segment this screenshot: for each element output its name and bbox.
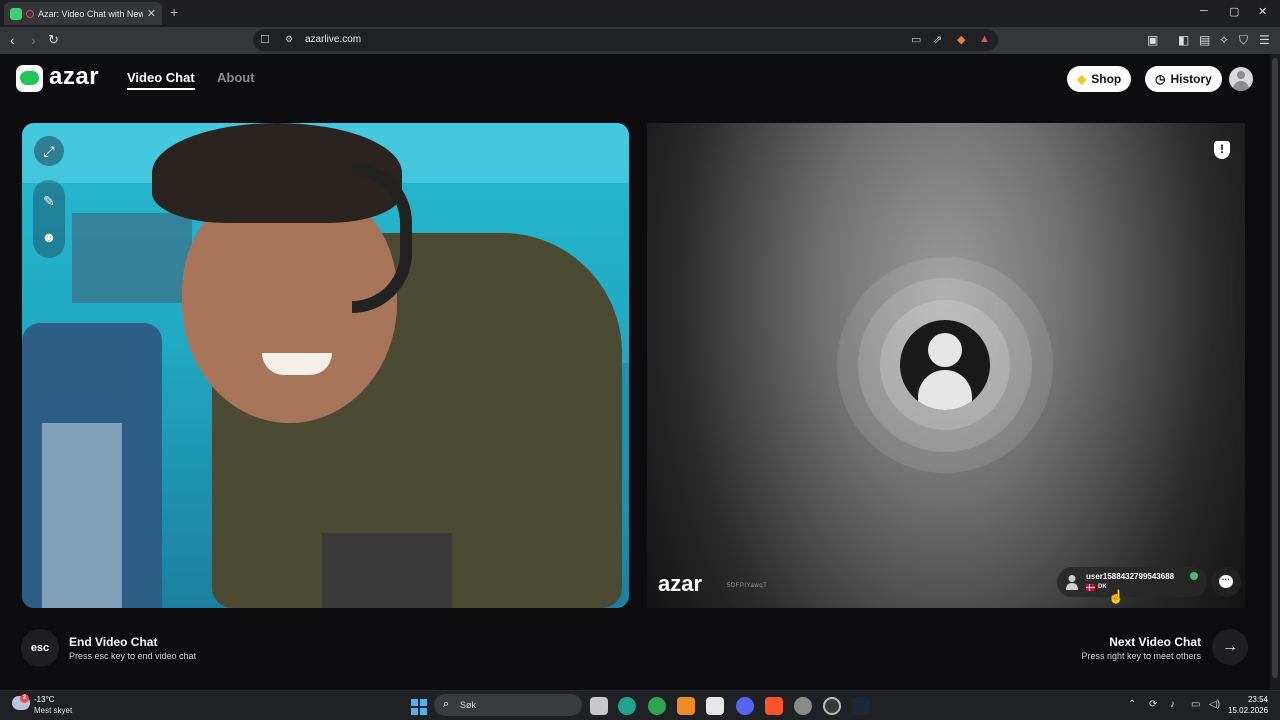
end-chat-button[interactable]: esc [21, 629, 59, 667]
steam-icon[interactable] [852, 697, 870, 715]
remote-user-avatar-icon [900, 320, 990, 410]
shop-label: Shop [1091, 72, 1122, 86]
remote-video-view: ! azar 5DFPIYawqT user1588432799543688 D… [647, 123, 1245, 608]
recording-icon [26, 9, 34, 18]
azar-page: azar Video Chat About ◆ Shop ◷ History ⤢… [0, 54, 1270, 690]
reading-list-icon[interactable]: ▣ [1147, 33, 1158, 47]
tab-title: Azar: Video Chat with New Pe [38, 8, 143, 19]
new-tab-button[interactable]: + [170, 4, 178, 20]
discord-icon[interactable] [736, 697, 754, 715]
windows-start-icon[interactable] [411, 699, 427, 715]
obs-icon[interactable] [823, 697, 841, 715]
browser-tab[interactable]: Azar: Video Chat with New Pe ✕ [4, 2, 162, 25]
back-icon[interactable]: ‹ [10, 32, 15, 48]
end-chat-title: End Video Chat [69, 635, 158, 649]
next-chat-hint: Press right key to meet others [1081, 651, 1201, 661]
chat-button[interactable]: ··· [1211, 567, 1241, 597]
volume-icon[interactable]: ◁) [1209, 699, 1220, 710]
minimize-button[interactable]: ─ [1200, 5, 1208, 17]
beauty-filter-icon[interactable]: ✎ [34, 186, 64, 216]
search-icon: ⌕ [443, 698, 450, 710]
menu-icon[interactable]: ☰ [1259, 33, 1270, 47]
local-camera-view: ⤢ ✎ ☻ [22, 123, 629, 608]
browser-toolbar: ‹ › ↻ ☐ ⚙ azarlive.com ▭ ⇗ ◆ ▲ ▣ ◧ ▤ ✧ ⛉… [0, 27, 1280, 54]
vpn-icon[interactable]: ⛉ [1239, 33, 1248, 48]
remote-user-country: DK [1098, 584, 1107, 590]
brave-rewards-icon[interactable]: ▲ [979, 33, 990, 45]
edge-icon[interactable] [618, 697, 636, 715]
user-silhouette-icon [1066, 575, 1078, 590]
clock-date[interactable]: 15.02.2026 [1228, 706, 1268, 715]
brave-shields-icon[interactable]: ◆ [957, 33, 965, 46]
forward-icon[interactable]: › [31, 32, 36, 48]
clock-icon: ◷ [1155, 72, 1166, 86]
browser-tab-bar: Azar: Video Chat with New Pe ✕ + ─ ▢ ✕ [0, 0, 1280, 27]
remote-azar-watermark: azar [658, 571, 703, 596]
store-icon[interactable] [706, 697, 724, 715]
weather-alert-badge: 2 [20, 694, 29, 703]
shop-button[interactable]: ◆ Shop [1067, 66, 1132, 92]
fullscreen-toggle-icon[interactable]: ⤢ [34, 136, 64, 166]
chat-bubble-icon: ··· [1219, 575, 1233, 588]
tab-close-icon[interactable]: ✕ [147, 7, 156, 20]
verified-badge-icon [1190, 572, 1198, 580]
history-label: History [1170, 72, 1212, 86]
close-window-button[interactable]: ✕ [1258, 5, 1267, 18]
clock-time[interactable]: 23:54 [1244, 695, 1268, 704]
background-window [72, 213, 192, 303]
settings-icon[interactable] [794, 697, 812, 715]
windows-taskbar: 2 -13°C Mest skyet ⌕ Søk ⌃ ⟳ ♪ ▭ ◁) 23:5… [0, 690, 1280, 720]
wallet-icon[interactable]: ▤ [1199, 33, 1210, 47]
weather-temperature[interactable]: -13°C [34, 695, 55, 704]
sticker-face-icon[interactable]: ☻ [34, 222, 64, 252]
person-jeans [322, 533, 452, 608]
profile-avatar[interactable] [1229, 67, 1253, 91]
share-icon[interactable]: ⇗ [933, 33, 942, 46]
mouse-cursor-icon: ☝ [1108, 589, 1125, 604]
sync-icon[interactable]: ⟳ [1149, 699, 1157, 710]
microphone-icon[interactable]: ♪ [1170, 699, 1175, 710]
history-button[interactable]: ◷ History [1145, 66, 1222, 92]
leo-ai-icon[interactable]: ✧ [1219, 33, 1229, 47]
azar-favicon-icon [10, 7, 22, 20]
page-scrollbar[interactable] [1270, 54, 1280, 690]
person-smile [262, 353, 332, 375]
maximize-button[interactable]: ▢ [1229, 5, 1239, 18]
site-settings-icon[interactable]: ⚙ [285, 34, 293, 45]
bookmark-icon[interactable]: ☐ [260, 33, 270, 46]
next-chat-button[interactable]: → [1212, 629, 1248, 665]
next-chat-title: Next Video Chat [1109, 635, 1201, 649]
nav-video-chat[interactable]: Video Chat [127, 70, 195, 90]
azar-logo-icon[interactable] [16, 65, 43, 92]
session-code: 5DFPIYawqT [727, 583, 768, 589]
gem-icon: ◆ [1077, 72, 1087, 86]
app-a-icon[interactable] [677, 697, 695, 715]
chair-pattern [42, 423, 122, 608]
xbox-icon[interactable] [648, 697, 666, 715]
end-chat-hint: Press esc key to end video chat [69, 651, 197, 661]
denmark-flag-icon [1086, 584, 1095, 591]
brave-browser-icon[interactable] [765, 697, 783, 715]
tray-overflow-icon[interactable]: ⌃ [1128, 699, 1136, 710]
nav-about[interactable]: About [217, 70, 255, 85]
address-bar[interactable]: ☐ ⚙ azarlive.com ▭ ⇗ ◆ ▲ [253, 29, 998, 51]
url-text[interactable]: azarlive.com [305, 34, 361, 45]
azar-logo-text[interactable]: azar [49, 63, 99, 91]
search-placeholder: Søk [460, 700, 477, 710]
task-view-icon[interactable] [590, 697, 608, 715]
remote-user-card[interactable]: user1588432799543688 DK [1057, 567, 1207, 597]
weather-description[interactable]: Mest skyet [34, 706, 72, 715]
taskbar-search[interactable]: ⌕ Søk [434, 694, 582, 716]
sidebar-icon[interactable]: ◧ [1178, 33, 1189, 47]
display-icon[interactable]: ▭ [1191, 699, 1200, 710]
report-icon[interactable]: ! [1214, 141, 1230, 159]
cast-icon[interactable]: ▭ [911, 33, 921, 46]
reload-icon[interactable]: ↻ [48, 32, 59, 48]
remote-user-name: user1588432799543688 [1086, 572, 1175, 581]
